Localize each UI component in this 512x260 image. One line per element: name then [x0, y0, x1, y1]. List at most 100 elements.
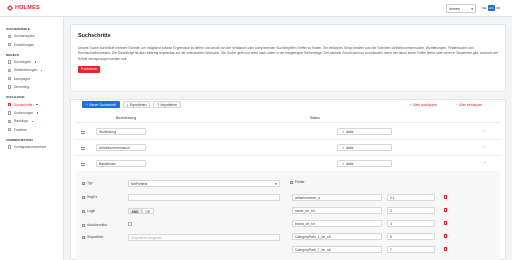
row-divider: [76, 139, 500, 140]
download-icon: ⤓: [126, 102, 129, 107]
stopwords-input[interactable]: Stopwörter eingeben: [128, 234, 280, 241]
stopwords-field-label: Stopwörter: [82, 235, 103, 239]
trash-icon[interactable]: [444, 247, 447, 251]
sidebar-item-kampagne[interactable]: Kampagne: [0, 75, 63, 83]
notification-dot: [36, 112, 39, 114]
filter-icon: [8, 128, 12, 132]
field-name-input[interactable]: CategoryPath_1_de_str: [292, 233, 382, 240]
fields-label: Felder: [290, 180, 305, 184]
regex-field-label: RegEx: [82, 195, 97, 199]
sidebar-item-label: Weiterleitungen: [13, 68, 38, 73]
step-name-input[interactable]: Artikelnummernsuch: [96, 144, 146, 151]
chevron-right-icon[interactable]: ›: [483, 144, 484, 149]
logic-toggle[interactable]: AND OR: [128, 208, 154, 214]
sidebar-item-weiterleitungen[interactable]: Weiterleitungen: [0, 66, 63, 74]
logo-mark-icon: [7, 5, 13, 11]
sidebar-item-suchanalytics[interactable]: Suchanalytics: [0, 32, 63, 40]
sidebar-item-label: Rankings: [13, 119, 29, 124]
publish-button[interactable]: Publizieren: [78, 65, 101, 73]
logic-icon: [82, 209, 85, 213]
autocorrect-checkbox[interactable]: [128, 222, 132, 226]
sidebar-item-suchregeln[interactable]: Suchregeln: [0, 58, 63, 66]
regex-input[interactable]: [128, 194, 280, 201]
new-step-button[interactable]: + Neuer Suchschritt: [82, 101, 120, 108]
sidebar-item-label: Suchschritte: [13, 102, 33, 107]
field-name-input[interactable]: CategoryPath_7_de_str: [292, 246, 382, 253]
sidebar-item-label: Einstellungen: [13, 42, 35, 47]
field-weight-input[interactable]: 3: [387, 220, 435, 227]
logic-field-label: Logik: [82, 209, 95, 213]
sidebar-item-konfigurationsverlauf[interactable]: Konfigurationsverlauf: [0, 143, 63, 151]
expand-all-button[interactable]: + Alles ausklappen: [410, 103, 437, 107]
ranking-icon: [8, 119, 12, 124]
field-weight-input[interactable]: 3: [387, 207, 435, 214]
sidebar-item-sortierungen[interactable]: Sortierungen: [0, 109, 63, 117]
notification-dot: [36, 103, 38, 106]
notification-dot: [31, 120, 34, 123]
steps-icon: [8, 102, 12, 107]
steps-toolbar: + Neuer Suchschritt ⤓ Exportieren ⤒ Importi…: [82, 101, 182, 108]
trash-icon[interactable]: [444, 208, 447, 212]
drag-handle-icon[interactable]: [81, 131, 85, 134]
collapse-all-button[interactable]: − Alles einklappen: [456, 103, 482, 107]
step-status-select[interactable]: ✓ Aktiv: [337, 128, 392, 135]
sidebar-item-facetten[interactable]: Facetten: [0, 126, 63, 134]
lang-en-button[interactable]: EN: [488, 5, 495, 11]
import-button[interactable]: ⤒ Importieren: [153, 101, 182, 108]
intro-card: Suchschritte Unsere Suche durchläuft meh…: [70, 24, 506, 92]
lang-de-button[interactable]: DE: [481, 5, 488, 11]
logic-label: Logik: [87, 209, 96, 213]
chevron-right-icon[interactable]: ›: [483, 128, 484, 133]
field-weight-input[interactable]: 0.1: [387, 194, 435, 201]
field-name-input[interactable]: brand_de_txt: [292, 220, 382, 227]
type-select[interactable]: bdrFreitext ▾: [128, 180, 280, 187]
drag-handle-icon[interactable]: [81, 147, 85, 150]
rules-icon: [8, 60, 12, 64]
trash-icon[interactable]: [444, 221, 447, 225]
stopwords-label: Stopwörter: [87, 235, 104, 239]
field-name-input[interactable]: artikelnummer_s: [292, 194, 382, 201]
stopwords-icon: [82, 235, 85, 239]
sidebar-item-rankings[interactable]: Rankings: [0, 117, 63, 125]
chevron-down-icon[interactable]: ⌄: [483, 159, 486, 164]
sidebar-item-suchschritte[interactable]: Suchschritte: [0, 100, 63, 108]
export-button[interactable]: ⤓ Exportieren: [122, 101, 151, 108]
field-name-input[interactable]: name_de_txt: [292, 207, 382, 214]
step-name-input[interactable]: Wortteilung: [96, 128, 146, 135]
drag-handle-icon[interactable]: [81, 163, 85, 166]
page-title: Suchschritte: [78, 33, 111, 39]
lang-fr-button[interactable]: FR: [495, 5, 502, 11]
field-weight-input[interactable]: 7: [387, 246, 435, 253]
regex-label: RegEx: [87, 195, 98, 199]
upload-icon: ⤒: [157, 102, 159, 107]
intro-description: Unsere Suche durchläuft mehrere Schritte…: [78, 46, 499, 61]
header-divider: [76, 122, 500, 123]
logic-or-option[interactable]: OR: [141, 208, 154, 214]
step-name-input[interactable]: Basisfelder: [96, 160, 146, 167]
column-header-status: Status: [310, 116, 320, 120]
import-label: Importieren: [160, 102, 178, 107]
export-label: Exportieren: [129, 102, 147, 107]
chevron-down-icon: ▾: [471, 6, 473, 11]
shop-select[interactable]: homes ▾: [446, 4, 476, 13]
logic-and-option[interactable]: AND: [128, 208, 142, 214]
type-label: Typ: [87, 181, 93, 185]
fields-label-text: Felder: [295, 180, 305, 184]
new-step-label: Neuer Suchschritt: [89, 102, 116, 107]
brand-logo[interactable]: HOLMES: [7, 5, 40, 11]
sidebar-item-label: Kampagne: [13, 76, 31, 81]
sidebar-item-einstellungen[interactable]: Einstellungen: [0, 40, 63, 48]
sidebar-item-label: Konfigurationsverlauf: [13, 145, 46, 150]
sidebar-item-label: Stemming: [13, 85, 30, 90]
step-status-select[interactable]: ✓ Aktiv: [337, 144, 392, 151]
brand-name: HOLMES: [15, 5, 40, 11]
trash-icon[interactable]: [444, 234, 447, 238]
sidebar-item-stemming[interactable]: Stemming: [0, 83, 63, 91]
field-weight-input[interactable]: 5: [387, 233, 435, 240]
step-status-select[interactable]: ✓ Aktiv: [337, 160, 392, 167]
type-icon: [82, 181, 85, 185]
status-value: Aktiv: [346, 162, 354, 166]
plus-icon: +: [410, 103, 412, 107]
trash-icon[interactable]: [444, 195, 447, 199]
chart-icon: [8, 34, 12, 38]
